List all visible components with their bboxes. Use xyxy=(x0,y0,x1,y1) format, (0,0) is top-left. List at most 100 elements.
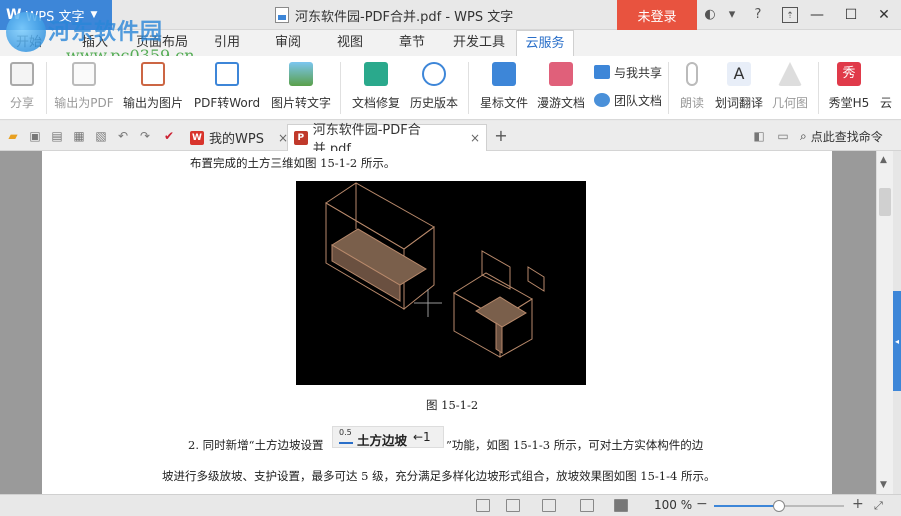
zoom-out-button[interactable]: − xyxy=(696,496,708,512)
outline-view-icon[interactable] xyxy=(506,499,520,512)
tab-current-pdf[interactable]: P 河东软件园-PDF合并.pdf × xyxy=(287,123,487,157)
slope-arrow: ←1 xyxy=(413,430,431,444)
print-icon[interactable]: ▦ xyxy=(72,129,86,143)
undo-icon[interactable]: ↶ xyxy=(116,129,130,143)
zoom-slider-fill xyxy=(714,505,779,507)
roam-doc-button[interactable]: 漫游文档 xyxy=(534,56,588,120)
export-image-button[interactable]: 输出为图片 xyxy=(120,56,186,120)
minimize-button[interactable]: — xyxy=(800,0,834,30)
tab-developer[interactable]: 开发工具 xyxy=(448,30,510,56)
eye-protection-icon[interactable] xyxy=(614,499,628,512)
read-aloud-button[interactable]: 朗读 xyxy=(676,56,708,120)
zoom-slider[interactable] xyxy=(714,500,844,512)
search-icon: ⌕ xyxy=(800,128,807,143)
wps-icon: W xyxy=(190,130,204,145)
app-name: WPS 文字 xyxy=(25,9,85,25)
export-image-icon xyxy=(141,62,165,86)
layout-icon[interactable]: ▭ xyxy=(776,129,790,143)
vertical-scrollbar[interactable]: ▲ ▼ xyxy=(876,151,893,494)
paragraph-line: 坡进行多级放坡、支护设置，最多可达 5 级，充分满足多样化边坡形式组合，放坡效果… xyxy=(162,469,716,483)
xiutang-icon: 秀 xyxy=(837,62,861,86)
redo-icon[interactable]: ↷ xyxy=(138,129,152,143)
slope-label: 土方边坡 xyxy=(357,433,408,448)
app-menu-button[interactable]: W WPS 文字 ▼ xyxy=(0,0,112,30)
side-panel-handle[interactable]: ◂ xyxy=(893,151,901,494)
figure-image[interactable] xyxy=(296,181,586,385)
tab-section[interactable]: 章节 xyxy=(390,30,434,56)
tab-references[interactable]: 引用 xyxy=(205,30,249,56)
shared-with-me-button[interactable]: 与我共享 xyxy=(594,62,662,82)
web-view-icon[interactable] xyxy=(580,499,594,512)
paragraph-line: 2. 同时新增“土方边坡设置 xyxy=(188,438,324,452)
shirt-icon[interactable]: ▾ xyxy=(724,7,740,23)
close-tab-icon[interactable]: × xyxy=(470,131,480,145)
tab-insert[interactable]: 插入 xyxy=(70,30,120,56)
h5-button[interactable]: 秀 秀堂H5 xyxy=(826,56,872,120)
close-window-button[interactable]: ✕ xyxy=(867,0,901,30)
zoom-in-button[interactable]: + xyxy=(852,496,864,512)
scroll-thumb[interactable] xyxy=(879,188,891,216)
skin-icon[interactable]: ◐ xyxy=(702,7,718,23)
fit-window-icon[interactable]: ⤢ xyxy=(874,499,883,513)
tab-page-layout[interactable]: 页面布局 xyxy=(130,30,194,56)
scroll-up-icon[interactable]: ▲ xyxy=(880,155,887,165)
doc-repair-icon xyxy=(364,62,388,86)
page-view-icon[interactable] xyxy=(476,499,490,512)
history-version-button[interactable]: 历史版本 xyxy=(406,56,462,120)
divider xyxy=(668,62,669,114)
cloud-more-button[interactable]: 云 xyxy=(876,56,896,120)
reading-view-icon[interactable] xyxy=(542,499,556,512)
pdf-to-word-icon xyxy=(215,62,239,86)
window-title: 河东软件园-PDF合并.pdf - WPS 文字 xyxy=(275,0,513,30)
document-title: 河东软件园-PDF合并.pdf - WPS 文字 xyxy=(295,9,514,25)
image-to-text-icon xyxy=(289,62,313,86)
star-folder-icon xyxy=(492,62,516,86)
tab-review[interactable]: 审阅 xyxy=(266,30,310,56)
microphone-icon xyxy=(686,62,698,86)
wps-logo-icon: W xyxy=(6,7,22,23)
figure-caption: 图 15-1-2 xyxy=(426,398,479,412)
login-button[interactable]: 未登录 xyxy=(617,0,697,30)
team-doc-button[interactable]: 团队文档 xyxy=(594,90,662,110)
document-canvas[interactable]: 布置完成的土方三维如图 15-1-2 所示。 图 15-1-2 2. 同时新增“… xyxy=(0,151,876,494)
translate-button[interactable]: A 划词翻译 xyxy=(712,56,766,120)
expand-panel-icon[interactable]: ◂ xyxy=(893,291,901,391)
document-tab-bar: ▰ ▣ ▤ ▦ ▧ ↶ ↷ ✔ W 我的WPS × P 河东软件园-PDF合并.… xyxy=(0,121,901,157)
image-to-text-button[interactable]: 图片转文字 xyxy=(268,56,334,120)
geometry-button[interactable]: 几何图 xyxy=(770,56,810,120)
tab-view[interactable]: 视图 xyxy=(328,30,372,56)
divider xyxy=(468,62,469,114)
zoom-slider-thumb[interactable] xyxy=(773,500,785,512)
slope-setting-inline-image: 0.5 土方边坡 ←1 xyxy=(332,426,444,448)
command-search[interactable]: ⌕ 点此查找命令 xyxy=(800,121,883,151)
restore-panel-icon[interactable]: ⇡ xyxy=(782,7,798,23)
share-button[interactable]: 分享 xyxy=(4,56,40,120)
new-tab-button[interactable]: + xyxy=(494,128,508,144)
star-file-button[interactable]: 星标文件 xyxy=(474,56,534,120)
export-pdf-button[interactable]: 输出为PDF xyxy=(52,56,116,120)
tab-cloud-service[interactable]: 云服务 xyxy=(516,30,574,56)
status-bar: 100 % − + ⤢ xyxy=(0,494,901,516)
tab-my-wps[interactable]: W 我的WPS × xyxy=(184,124,294,151)
shared-folder-icon xyxy=(594,65,610,79)
pin-icon[interactable]: ✔ xyxy=(162,129,176,143)
history-clock-icon xyxy=(422,62,446,86)
sidebar-toggle-icon[interactable]: ◧ xyxy=(752,129,766,143)
pdf-to-word-button[interactable]: PDF转Word xyxy=(190,56,264,120)
save-icon[interactable]: ▣ xyxy=(28,129,42,143)
geometry-icon xyxy=(778,62,802,86)
tab-home[interactable]: 开始 xyxy=(4,30,54,56)
print-preview-icon[interactable]: ▧ xyxy=(94,129,108,143)
paragraph-line: 布置完成的土方三维如图 15-1-2 所示。 xyxy=(190,156,396,170)
doc-repair-button[interactable]: 文档修复 xyxy=(348,56,404,120)
maximize-button[interactable]: ☐ xyxy=(834,0,868,30)
divider xyxy=(818,62,819,114)
wireframe-drawing xyxy=(325,182,545,358)
paragraph-line: ”功能，如图 15-1-3 所示，可对土方实体构件的边 xyxy=(446,438,704,452)
open-folder-icon[interactable]: ▰ xyxy=(6,129,20,143)
scroll-down-icon[interactable]: ▼ xyxy=(880,480,887,490)
document-page[interactable]: 布置完成的土方三维如图 15-1-2 所示。 图 15-1-2 2. 同时新增“… xyxy=(42,151,832,494)
slope-value: 0.5 xyxy=(339,428,352,437)
export-icon[interactable]: ▤ xyxy=(50,129,64,143)
help-icon[interactable]: ? xyxy=(750,7,766,23)
